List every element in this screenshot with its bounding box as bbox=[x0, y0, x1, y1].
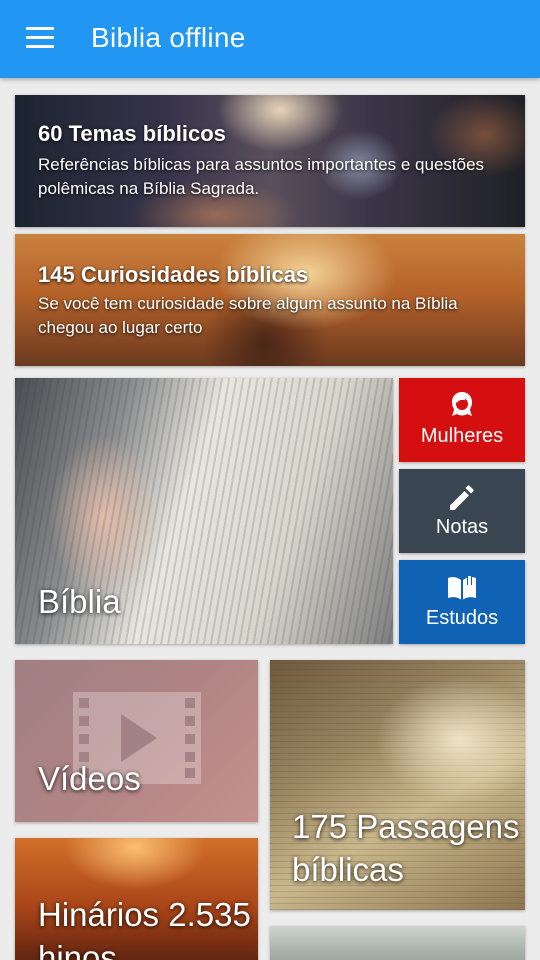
studies-button-label: Estudos bbox=[425, 607, 499, 629]
banner-subtitle: Referências bíblicas para assuntos impor… bbox=[38, 155, 485, 198]
hamburger-menu-icon[interactable] bbox=[24, 24, 60, 54]
tile-label: Hinários 2.535 hinos bbox=[38, 896, 251, 960]
tile-label: 175 Passagens bíblicas bbox=[292, 808, 520, 888]
hymns-tile[interactable]: Hinários 2.535 hinos bbox=[15, 838, 258, 960]
videos-tile[interactable]: Vídeos bbox=[15, 660, 258, 822]
banner-title: 60 Temas bíblicos bbox=[38, 121, 226, 146]
app-title: Biblia offline bbox=[91, 22, 246, 53]
menu-line bbox=[26, 36, 54, 39]
banner-subtitle: Se você tem curiosidade sobre algum assu… bbox=[38, 294, 458, 337]
banner-curiosidades-biblicas[interactable]: 145 Curiosidades bíblicas Se você tem cu… bbox=[15, 234, 525, 366]
banner-title: 145 Curiosidades bíblicas bbox=[38, 262, 309, 287]
woman-face-icon bbox=[452, 392, 472, 416]
menu-line bbox=[26, 27, 54, 30]
pencil-icon bbox=[450, 485, 474, 510]
passages-tile[interactable]: 175 Passagens bíblicas bbox=[270, 660, 525, 910]
women-button[interactable]: Mulheres bbox=[399, 378, 525, 462]
bible-tile[interactable]: Bíblia bbox=[15, 378, 393, 644]
studies-button[interactable]: Estudos bbox=[399, 560, 525, 644]
notes-button-label: Notas bbox=[435, 516, 489, 538]
banner-temas-biblicos[interactable]: 60 Temas bíblicos Referências bíblicas p… bbox=[15, 95, 525, 227]
notes-button[interactable]: Notas bbox=[399, 469, 525, 553]
tile-label: Bíblia bbox=[38, 583, 121, 620]
menu-line bbox=[26, 45, 54, 48]
open-book-icon bbox=[448, 575, 476, 600]
women-button-label: Mulheres bbox=[420, 425, 504, 447]
app-bar: Biblia offline bbox=[0, 0, 540, 78]
tile-label: Vídeos bbox=[38, 760, 141, 797]
more-tile[interactable] bbox=[270, 926, 525, 960]
